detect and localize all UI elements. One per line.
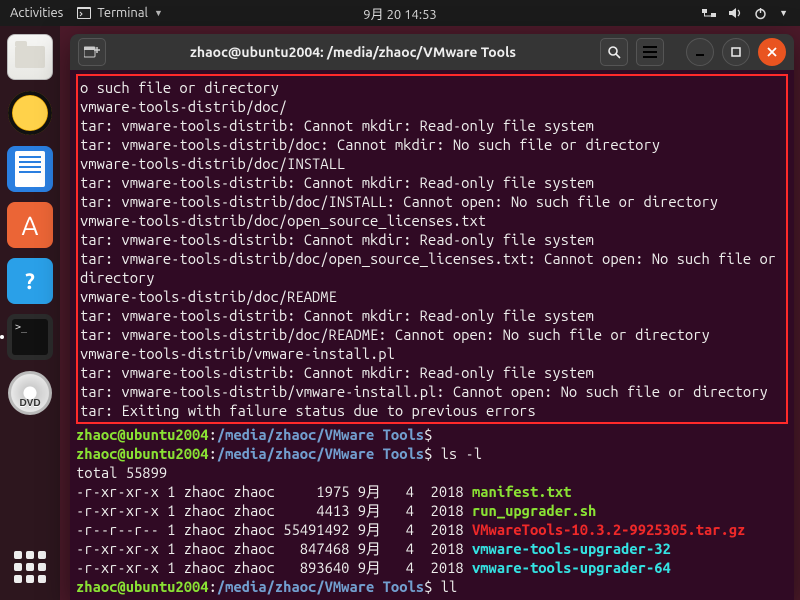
- dock-terminal[interactable]: >_: [7, 314, 53, 360]
- disc-icon: DVD: [8, 371, 52, 415]
- chevron-down-icon: ▼: [779, 8, 788, 18]
- minimize-button[interactable]: [686, 38, 714, 66]
- folder-icon: [15, 46, 45, 68]
- cmd-ll: ll: [441, 578, 458, 595]
- speaker-icon: [8, 91, 52, 135]
- titlebar: zhaoc@ubuntu2004: /media/zhaoc/VMware To…: [70, 34, 794, 70]
- document-icon: [15, 151, 45, 187]
- network-icon: [702, 6, 716, 20]
- status-area[interactable]: ▼: [702, 6, 800, 20]
- volume-icon: [728, 6, 742, 20]
- new-tab-button[interactable]: [78, 38, 106, 66]
- close-icon: [766, 46, 778, 58]
- activities-label: Activities: [10, 6, 63, 20]
- search-icon: [607, 45, 621, 59]
- error-highlight-box: o such file or directory vmware-tools-di…: [76, 74, 788, 424]
- question-icon: ?: [25, 269, 35, 294]
- gnome-top-panel: Activities Terminal ▼ 9月 20 14:53 ▼: [0, 0, 800, 26]
- prompt-path: /media/zhaoc/VMware Tools: [217, 426, 424, 443]
- dock-dvd[interactable]: DVD: [7, 370, 53, 416]
- window-title: zhaoc@ubuntu2004: /media/zhaoc/VMware To…: [114, 44, 592, 60]
- chevron-down-icon: ▼: [154, 8, 163, 18]
- terminal-window: zhaoc@ubuntu2004: /media/zhaoc/VMware To…: [70, 34, 794, 600]
- dock-rhythmbox[interactable]: [7, 90, 53, 136]
- ls-total: total 55899: [76, 464, 167, 481]
- activities-button[interactable]: Activities: [10, 6, 63, 20]
- ls-listing: -r-xr-xr-x 1 zhaoc zhaoc 1975 9月 4 2018 …: [76, 483, 745, 576]
- clock-label: 9月 20 14:53: [363, 8, 436, 22]
- search-button[interactable]: [600, 38, 628, 66]
- ubuntu-dock: A ? >_ DVD: [0, 26, 60, 600]
- terminal-output[interactable]: o such file or directory vmware-tools-di…: [70, 70, 794, 600]
- maximize-button[interactable]: [722, 38, 750, 66]
- shopping-bag-icon: A: [22, 211, 39, 240]
- dock-show-applications[interactable]: [7, 544, 53, 590]
- hamburger-menu-button[interactable]: [636, 38, 664, 66]
- clock[interactable]: 9月 20 14:53: [363, 4, 436, 23]
- prompt-user: zhaoc@ubuntu2004: [76, 426, 209, 443]
- new-tab-icon: [84, 45, 100, 59]
- dock-ubuntu-software[interactable]: A: [7, 202, 53, 248]
- power-icon: [754, 7, 767, 20]
- hamburger-icon: [643, 46, 657, 58]
- app-menu[interactable]: Terminal ▼: [77, 6, 163, 20]
- dock-help[interactable]: ?: [7, 258, 53, 304]
- close-button[interactable]: [758, 38, 786, 66]
- terminal-icon: [77, 7, 91, 19]
- dock-files[interactable]: [7, 34, 53, 80]
- dock-libreoffice-writer[interactable]: [7, 146, 53, 192]
- minimize-icon: [694, 46, 706, 58]
- maximize-icon: [730, 46, 742, 58]
- terminal-icon: >_: [12, 319, 48, 355]
- cmd-ls: ls -l: [441, 445, 482, 462]
- app-menu-label: Terminal: [97, 6, 148, 20]
- grid-icon: [14, 551, 46, 583]
